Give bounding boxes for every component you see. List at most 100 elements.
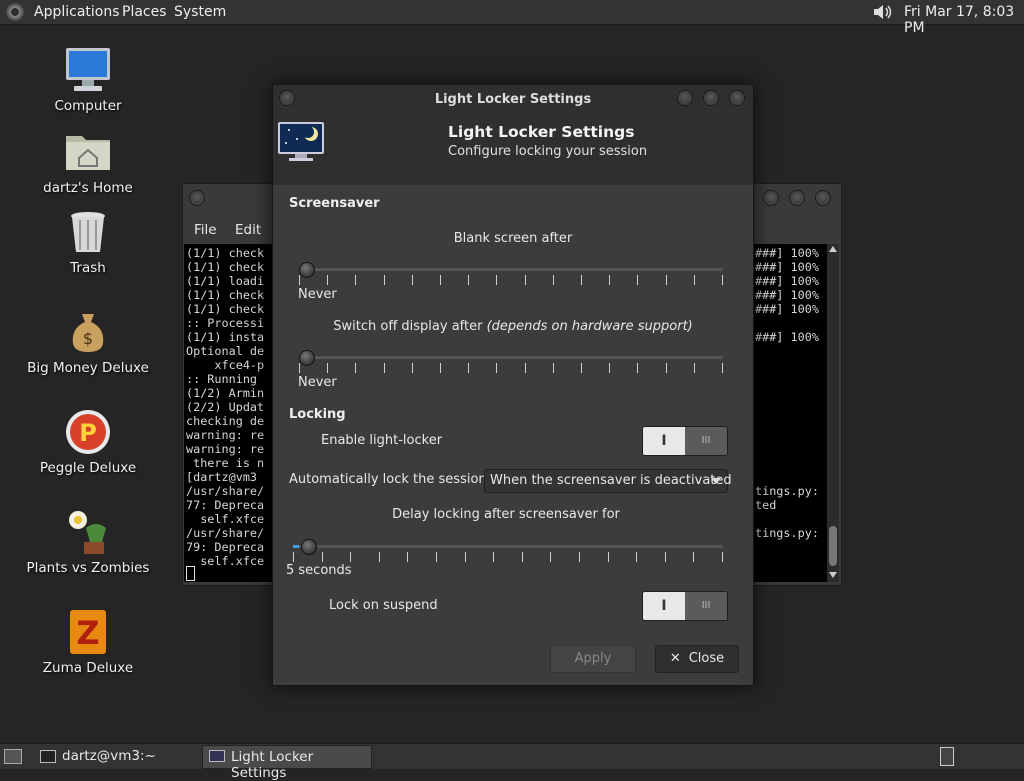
window-menu-button[interactable] (189, 190, 205, 206)
close-button-label: Close (688, 651, 725, 666)
volume-icon[interactable] (872, 2, 894, 22)
apply-button[interactable]: Apply (550, 645, 636, 673)
slider-tick (665, 552, 666, 562)
top-panel: Applications Places System Fri Mar 17, 8… (0, 0, 1024, 36)
terminal-line: (1/1) check (186, 302, 265, 316)
distro-logo-icon[interactable] (6, 3, 24, 21)
slider-tick (608, 552, 609, 562)
delay-locking-value: 5 seconds (286, 563, 352, 578)
slider-tick (468, 275, 469, 285)
toggle-on-side: I (643, 427, 685, 455)
lock-on-suspend-toggle[interactable]: I III (642, 591, 728, 621)
slider-tick (550, 552, 551, 562)
blank-screen-label: Blank screen after (453, 231, 573, 246)
light-locker-settings-dialog[interactable]: Light Locker Settings Light Locker Setti… (272, 84, 754, 686)
maximize-button[interactable] (703, 90, 719, 106)
desktop-icon-computer[interactable]: Computer (8, 46, 168, 114)
bottom-panel: dartz@vm3:~ Light Locker Settings (0, 743, 1024, 781)
slider-tick (299, 363, 300, 373)
lock-on-suspend-label: Lock on suspend (329, 598, 438, 613)
minimize-button[interactable] (763, 190, 779, 206)
places-menu[interactable]: Places (122, 4, 167, 20)
clock[interactable]: Fri Mar 17, 8:03 PM (904, 4, 1024, 36)
slider-track (299, 356, 723, 359)
desktop-icon-trash[interactable]: Trash (8, 208, 168, 276)
terminal-line: ###] 100% (755, 246, 819, 260)
section-screensaver: Screensaver (289, 196, 380, 211)
terminal-line: /usr/share/ (186, 526, 265, 540)
show-desktop-icon[interactable] (4, 749, 22, 764)
scroll-down-arrow-icon[interactable] (829, 572, 837, 578)
desktop-icon-zuma[interactable]: Z Zuma Deluxe (8, 608, 168, 676)
close-dialog-button[interactable]: ✕ Close (655, 645, 739, 673)
svg-text:$: $ (83, 329, 93, 348)
home-folder-icon (64, 128, 112, 176)
peggle-icon: P (64, 408, 112, 456)
desktop-icon-plants-vs-zombies[interactable]: Plants vs Zombies (8, 508, 168, 576)
section-locking: Locking (289, 407, 346, 422)
terminal-line: (1/1) check (186, 260, 265, 274)
scrollbar-thumb[interactable] (829, 526, 837, 566)
terminal-line: xfce4-p (186, 358, 265, 372)
terminal-line: (2/2) Updat (186, 400, 265, 414)
header-subtitle: Configure locking your session (448, 144, 648, 159)
switch-off-hint: (depends on hardware support) (486, 319, 693, 334)
chevron-down-icon (711, 478, 721, 484)
auto-lock-dropdown[interactable]: When the screensaver is deactivated (484, 469, 732, 493)
slider-tick (525, 363, 526, 373)
taskbar-item-terminal[interactable]: dartz@vm3:~ (34, 745, 194, 767)
desktop-icon-home[interactable]: dartz's Home (8, 128, 168, 196)
scroll-up-arrow-icon[interactable] (829, 246, 837, 252)
slider-knob[interactable] (299, 350, 315, 366)
slider-knob[interactable] (299, 262, 315, 278)
terminal-cursor (186, 566, 195, 581)
slider-tick (553, 275, 554, 285)
slider-track (293, 545, 723, 548)
blank-screen-value: Never (298, 287, 337, 302)
slider-tick (694, 363, 695, 373)
slider-tick (666, 275, 667, 285)
terminal-text-right: ###] 100% ###] 100% ###] 100% ###] 100% ###]… (755, 246, 819, 568)
minimize-button[interactable] (677, 90, 693, 106)
toggle-on-side: I (643, 592, 685, 620)
enable-light-locker-toggle[interactable]: I III (642, 426, 728, 456)
workspace-switcher-icon[interactable] (940, 747, 954, 766)
slider-tick (722, 275, 723, 285)
maximize-button[interactable] (789, 190, 805, 206)
menu-file[interactable]: File (194, 222, 217, 238)
terminal-icon (40, 750, 56, 763)
close-icon: ✕ (669, 651, 681, 666)
delay-locking-slider[interactable] (293, 538, 723, 568)
terminal-line: /usr/share/ (186, 484, 265, 498)
slider-tick (525, 275, 526, 285)
terminal-line: (1/1) loadi (186, 274, 265, 288)
slider-knob[interactable] (301, 539, 317, 555)
desktop-icon-peggle[interactable]: P Peggle Deluxe (8, 408, 168, 476)
slider-tick (327, 275, 328, 285)
terminal-line: self.xfce (186, 512, 265, 526)
slider-tick (722, 552, 723, 562)
slider-tick (609, 275, 610, 285)
terminal-scrollbar[interactable] (827, 244, 839, 582)
trash-icon (64, 208, 112, 256)
slider-tick (436, 552, 437, 562)
switch-off-slider[interactable] (299, 349, 723, 379)
terminal-line: [dartz@vm3 (186, 470, 265, 484)
taskbar-item-label: dartz@vm3:~ (62, 748, 156, 764)
close-button[interactable] (815, 190, 831, 206)
applications-menu[interactable]: Applications (34, 4, 120, 20)
desktop-icon-big-money[interactable]: $ Big Money Deluxe (8, 308, 168, 376)
terminal-line: there is n (186, 456, 265, 470)
slider-tick (609, 363, 610, 373)
system-menu[interactable]: System (174, 4, 226, 20)
close-button[interactable] (729, 90, 745, 106)
menu-edit[interactable]: Edit (235, 222, 261, 238)
blank-screen-slider[interactable] (299, 261, 723, 291)
taskbar-item-light-locker[interactable]: Light Locker Settings (202, 745, 372, 781)
switch-off-value: Never (298, 375, 337, 390)
display-moon-icon (277, 121, 325, 163)
